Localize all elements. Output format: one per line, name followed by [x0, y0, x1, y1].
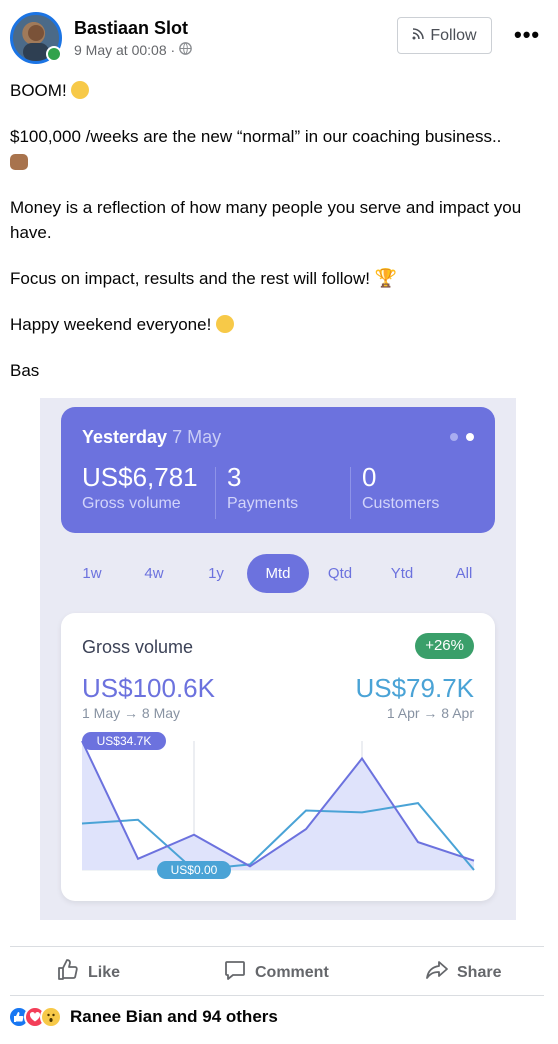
summary-period-label: Yesterday — [82, 427, 168, 447]
period-tab[interactable]: 1y — [185, 554, 247, 593]
period-tab-active[interactable]: Mtd — [247, 554, 309, 593]
share-arrow-icon — [425, 958, 449, 987]
chart-min-label: US$0.00 — [157, 861, 231, 879]
pager-dot — [450, 433, 458, 441]
post-paragraph-2: $100,000 /weeks are the new “normal” in … — [10, 124, 550, 174]
stat-payments: 3 Payments — [227, 462, 298, 513]
like-label: Like — [88, 963, 121, 981]
post-paragraph-5: Happy weekend everyone! — [10, 312, 550, 337]
comment-bubble-icon — [223, 958, 247, 987]
gross-volume-chart: US$34.7K US$0.00 — [81, 732, 475, 879]
post-paragraph-1: BOOM! — [10, 78, 550, 103]
author-name[interactable]: Bastiaan Slot — [74, 18, 188, 39]
period-tab[interactable]: 4w — [123, 554, 185, 593]
post-image[interactable]: Yesterday 7 May US$6,781 Gross volume 3 … — [40, 398, 516, 920]
stat-gross-volume: US$6,781 Gross volume — [82, 462, 198, 513]
online-status-dot — [46, 46, 62, 62]
more-options-button[interactable]: ••• — [514, 22, 540, 48]
stat-value: US$6,781 — [82, 462, 198, 492]
summary-heading: Yesterday 7 May — [82, 427, 221, 448]
trophy-emoji-icon: 🏆 — [374, 268, 398, 288]
globe-icon — [179, 42, 193, 58]
stat-label: Payments — [227, 495, 299, 512]
stat-divider — [215, 467, 216, 519]
svg-text:US$34.7K: US$34.7K — [97, 734, 152, 748]
post-timestamp[interactable]: 9 May at 00:08 · — [74, 42, 175, 58]
divider — [10, 946, 544, 947]
stat-customers: 0 Customers — [362, 462, 439, 513]
post-paragraph-4: Focus on impact, results and the rest wi… — [10, 266, 550, 291]
share-button[interactable]: Share — [425, 958, 501, 987]
pager-dot-active — [466, 433, 474, 441]
post-text-line: $100,000 /weeks are the new “normal” in … — [10, 127, 502, 146]
stat-value: 3 — [227, 462, 242, 492]
follow-label: Follow — [430, 26, 477, 44]
comment-label: Comment — [255, 963, 329, 981]
grinning-face-emoji-icon — [216, 315, 235, 333]
stat-label: Customers — [362, 495, 440, 512]
gross-volume-card: Gross volume +26% US$100.6K US$79.7K 1 M… — [61, 613, 495, 901]
post-text-line: Focus on impact, results and the rest wi… — [10, 269, 370, 288]
period-tab[interactable]: All — [433, 554, 495, 593]
post-paragraph-6: Bas — [10, 361, 40, 380]
author-avatar[interactable] — [10, 12, 62, 64]
rss-icon — [412, 27, 425, 45]
period-tab[interactable]: Ytd — [371, 554, 433, 593]
current-series-area — [82, 741, 474, 870]
post-meta: 9 May at 00:08 · — [74, 42, 193, 58]
summary-date: 7 May — [172, 427, 222, 447]
stat-divider — [350, 467, 351, 519]
chart-max-label: US$34.7K — [82, 732, 166, 750]
period-tab[interactable]: Qtd — [309, 554, 371, 593]
post-text-line: Happy weekend everyone! — [10, 315, 212, 334]
period-tab[interactable]: 1w — [61, 554, 123, 593]
post-paragraph-3: Money is a reflection of how many people… — [10, 198, 522, 242]
thumbs-up-icon — [56, 958, 80, 987]
post-text-line: BOOM! — [10, 81, 67, 100]
reactions-summary[interactable]: Ranee Bian and 94 others — [8, 1006, 278, 1028]
reactions-count-text: Ranee Bian and 94 others — [70, 1007, 278, 1026]
stat-value: 0 — [362, 462, 377, 492]
pager-dots — [450, 433, 474, 441]
comment-button[interactable]: Comment — [223, 958, 329, 987]
follow-button[interactable]: Follow — [397, 17, 492, 54]
exploding-head-emoji-icon — [71, 81, 90, 99]
like-button[interactable]: Like — [56, 958, 120, 987]
wow-reaction-icon — [40, 1006, 62, 1028]
stat-label: Gross volume — [82, 495, 181, 512]
period-selector: 1w 4w 1y Mtd Qtd Ytd All — [61, 554, 495, 594]
post-body: BOOM! $100,000 /weeks are the new “norma… — [10, 78, 550, 404]
divider — [10, 995, 544, 996]
summary-card: Yesterday 7 May US$6,781 Gross volume 3 … — [61, 407, 495, 533]
svg-text:US$0.00: US$0.00 — [171, 863, 218, 877]
fist-bump-emoji-icon — [10, 154, 28, 170]
share-label: Share — [457, 963, 502, 981]
